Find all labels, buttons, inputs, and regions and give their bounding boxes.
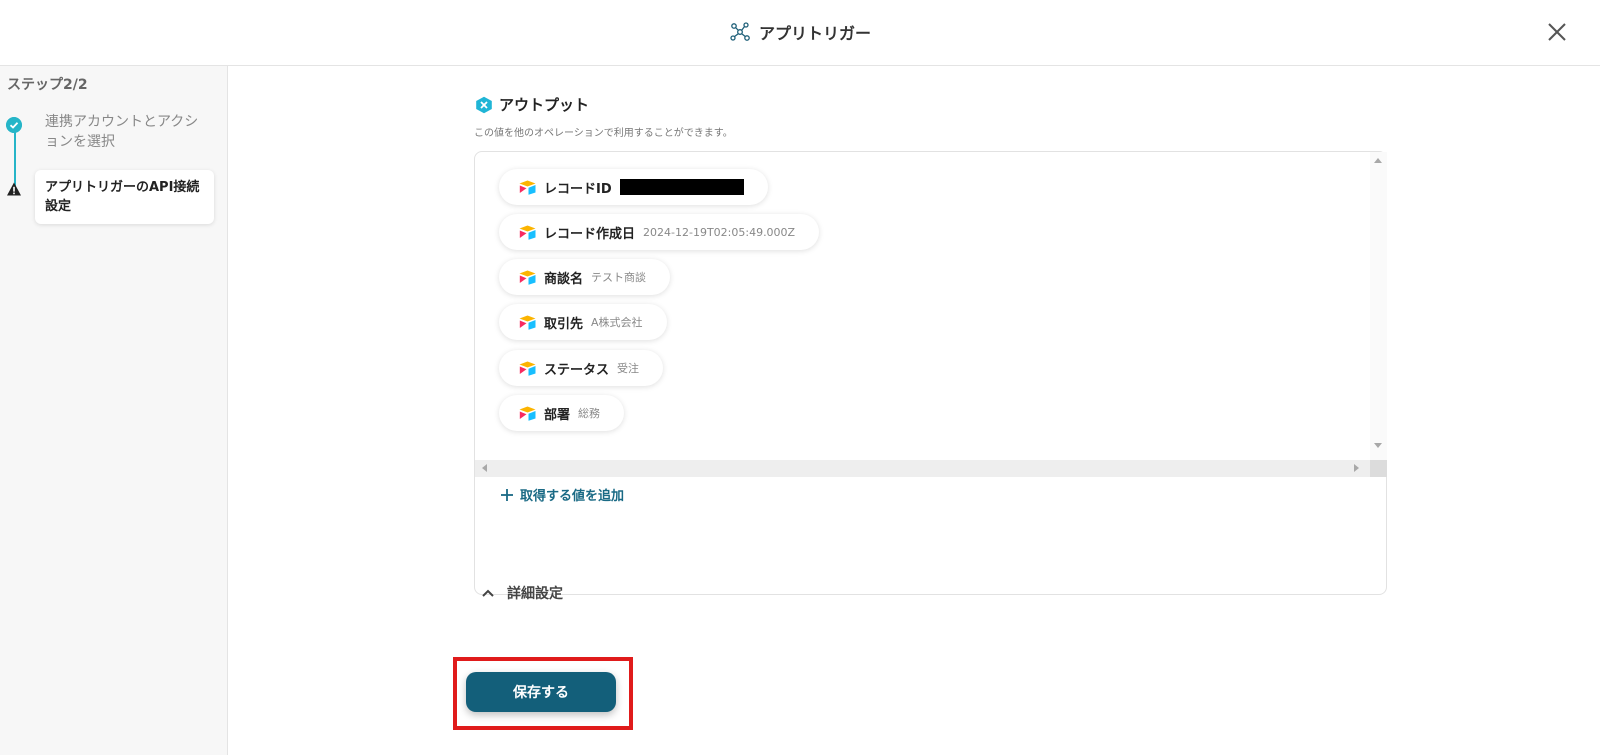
chip-label: 取引先 [544, 316, 584, 332]
add-output-label: 取得する値を追加 [520, 489, 625, 504]
chip-label: レコードID [544, 181, 612, 197]
output-heading: アウトプット [475, 94, 589, 115]
page-title: アプリトリガー [758, 24, 871, 43]
output-description: この値を他のオペレーションで利用することができます。 [474, 128, 733, 139]
redacted-value [619, 179, 744, 195]
airtable-icon [519, 406, 536, 421]
network-icon [730, 22, 750, 41]
chip-value: 総務 [578, 407, 601, 420]
step-1-label[interactable]: 連携アカウントとアクションを選択 [45, 112, 205, 152]
add-output-value-button[interactable]: 取得する値を追加 [500, 485, 624, 504]
airtable-icon [519, 270, 536, 285]
detail-settings-toggle[interactable]: 詳細設定 [481, 583, 563, 603]
chip-label: 部署 [544, 407, 571, 423]
airtable-icon [519, 361, 536, 376]
chip-label: レコード作成日 [544, 226, 636, 242]
scroll-right-arrow-icon[interactable] [1354, 464, 1359, 472]
output-chip-department[interactable]: 部署 総務 [499, 395, 625, 431]
chip-value: 受注 [617, 362, 640, 375]
output-chip-status[interactable]: ステータス 受注 [499, 350, 664, 386]
save-button[interactable]: 保存する [466, 672, 616, 712]
airtable-icon [519, 180, 536, 195]
chip-value: 2024-12-19T02:05:49.000Z [643, 225, 796, 239]
output-title: アウトプット [499, 96, 590, 114]
step-2-card[interactable]: アプリトリガーのAPI接続設定 [35, 170, 214, 224]
scroll-up-arrow-icon[interactable] [1374, 158, 1382, 163]
output-chip-client[interactable]: 取引先 A株式会社 [499, 304, 667, 340]
airtable-icon [519, 225, 536, 240]
detail-settings-label: 詳細設定 [507, 586, 563, 602]
step-counter: ステップ2/2 [7, 77, 88, 93]
output-list[interactable]: レコードID レコード作成日 2024-12-19T02:05:49.000Z [475, 152, 1370, 460]
output-chip-created-date[interactable]: レコード作成日 2024-12-19T02:05:49.000Z [499, 214, 820, 250]
scroll-down-arrow-icon[interactable] [1374, 443, 1382, 448]
main-content: アウトプット この値を他のオペレーションで利用することができます。 レコードID [228, 66, 1600, 755]
chevron-up-icon [482, 589, 494, 597]
warning-icon [7, 182, 21, 196]
chip-value: A株式会社 [591, 316, 643, 329]
chip-label: ステータス [544, 362, 610, 378]
close-icon[interactable] [1544, 19, 1570, 45]
variable-icon [476, 96, 492, 113]
plus-icon [501, 488, 513, 501]
vertical-scrollbar[interactable] [1370, 152, 1387, 460]
chip-label: 商談名 [544, 271, 584, 287]
header-title-group: アプリトリガー [0, 18, 1600, 46]
chip-value: テスト商談 [591, 271, 647, 284]
output-box: レコードID レコード作成日 2024-12-19T02:05:49.000Z [474, 151, 1387, 595]
scroll-left-arrow-icon[interactable] [482, 464, 487, 472]
output-chip-deal-name[interactable]: 商談名 テスト商談 [499, 259, 671, 295]
output-chip-record-id[interactable]: レコードID [499, 169, 768, 205]
modal-header: アプリトリガー [0, 0, 1600, 66]
step-sidebar: ステップ2/2 連携アカウントとアクションを選択 アプリトリガーのAPI接続設定 [0, 66, 228, 755]
scrollbar-corner [1370, 460, 1387, 477]
check-circle-icon [6, 117, 22, 133]
airtable-icon [519, 315, 536, 330]
horizontal-scrollbar[interactable] [475, 460, 1387, 477]
